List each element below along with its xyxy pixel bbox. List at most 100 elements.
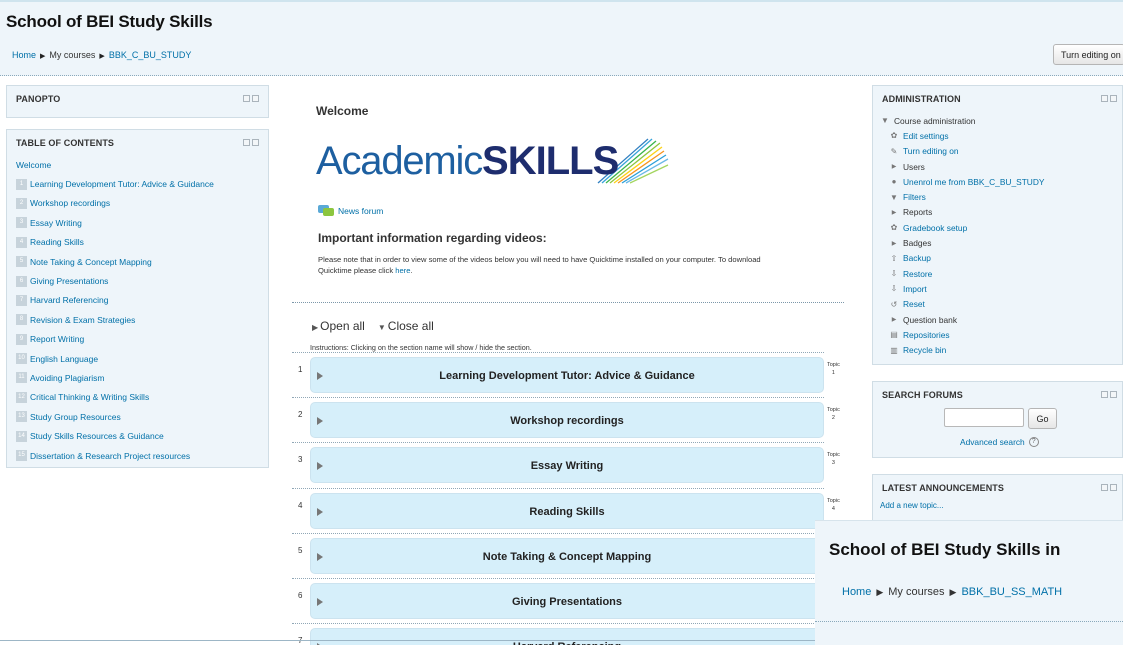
admin-item[interactable]: ▶ Question bank <box>880 312 1045 327</box>
toc-item[interactable]: 5 Note Taking & Concept Mapping <box>16 252 214 271</box>
toc-item[interactable]: 11 Avoiding Plagiarism <box>16 368 214 387</box>
triangle-right-icon: ▶ <box>891 164 897 171</box>
toc-item[interactable]: 6 Giving Presentations <box>16 271 214 290</box>
topic-section-toggle[interactable]: Learning Development Tutor: Advice & Gui… <box>310 357 824 393</box>
topic-section-toggle[interactable]: Note Taking & Concept Mapping <box>310 537 824 574</box>
topic-section-toggle[interactable]: Essay Writing <box>310 447 824 484</box>
admin-item[interactable]: ▶ Badges <box>880 235 1045 250</box>
help-icon[interactable]: ? <box>1028 437 1039 447</box>
toc-item[interactable]: 10 English Language <box>16 349 214 368</box>
open-all-button[interactable]: ▶ Open all <box>312 319 365 333</box>
block-controls-icon[interactable] <box>243 139 259 147</box>
admin-item-label: Turn editing on <box>903 146 959 157</box>
block-controls-icon[interactable] <box>1101 391 1117 399</box>
toc-item-number: 13 <box>16 411 27 423</box>
toc-item[interactable]: 2 Workshop recordings <box>16 194 214 213</box>
trash-icon: ▥ <box>890 345 898 355</box>
toc-item-number: 11 <box>16 372 27 384</box>
admin-item[interactable]: ▼ Filters <box>880 189 1045 204</box>
breadcrumb: Home ▶ My courses ▶ BBK_C_BU_STUDY <box>12 50 191 60</box>
toc-item-number: 8 <box>16 314 27 326</box>
toc-item[interactable]: 4 Reading Skills <box>16 233 214 252</box>
news-forum-link[interactable]: News forum <box>318 204 383 217</box>
toc-item-number: 2 <box>16 197 27 209</box>
site-title[interactable]: School of BEI Study Skills <box>6 12 213 32</box>
toc-item-label: Workshop recordings <box>30 198 111 209</box>
forum-icon <box>318 205 334 216</box>
breadcrumb-separator-icon: ▶ <box>40 53 46 60</box>
topic-section-toggle[interactable]: Workshop recordings <box>310 402 824 439</box>
course-administration-node[interactable]: ▼ Course administration <box>880 113 1045 128</box>
toc-item-label: Dissertation & Research Project resource… <box>30 450 191 461</box>
turn-editing-on-button[interactable]: Turn editing on <box>1053 44 1123 65</box>
admin-item[interactable]: ✿ Gradebook setup <box>880 220 1045 235</box>
admin-item[interactable]: ▤ Repositories <box>880 327 1045 342</box>
admin-item[interactable]: ▶ Users <box>880 159 1045 174</box>
triangle-right-icon: ▶ <box>891 317 897 323</box>
news-forum-label: News forum <box>338 205 384 216</box>
topic-section-toggle[interactable]: Reading Skills <box>310 492 824 529</box>
quicktime-download-link[interactable]: here <box>395 266 410 275</box>
instructions-text: Instructions: Clicking on the section na… <box>310 343 532 352</box>
toc-item[interactable]: 15 Dissertation & Research Project resour… <box>16 446 214 465</box>
toc-item-number: 10 <box>16 353 27 365</box>
toc-item[interactable]: 8 Revision & Exam Strategies <box>16 310 214 329</box>
toc-item[interactable]: 3 Essay Writing <box>16 213 214 232</box>
triangle-down-icon: ▼ <box>377 323 386 332</box>
overlay-breadcrumb-home[interactable]: Home <box>842 586 871 598</box>
toc-item-number: 9 <box>16 333 27 345</box>
triangle-right-icon: ▶ <box>312 323 319 332</box>
topic-side-number: 2 <box>831 415 835 422</box>
toc-item-label: Learning Development Tutor: Advice & Gui… <box>30 179 214 190</box>
topic-divider <box>292 487 824 489</box>
topic-divider <box>292 397 824 399</box>
admin-item[interactable]: ↺ Reset <box>880 297 1045 312</box>
toc-item[interactable]: 9 Report Writing <box>16 330 214 349</box>
overlay-breadcrumb-course[interactable]: BBK_BU_SS_MATH <box>961 586 1062 598</box>
breadcrumb-home[interactable]: Home <box>12 50 36 60</box>
overlay-breadcrumb-my-courses[interactable]: My courses <box>888 586 944 598</box>
toc-item-number: 4 <box>16 236 27 248</box>
admin-item[interactable]: ⇧ Backup <box>880 251 1045 266</box>
toc-list: Welcome 1 Learning Development Tutor: Adv… <box>16 155 214 465</box>
block-controls-icon[interactable] <box>1101 484 1117 492</box>
toc-item[interactable]: 7 Harvard Referencing <box>16 291 214 310</box>
academic-skills-logo: AcademicSKILLS <box>316 135 676 189</box>
admin-item-label: Import <box>903 283 927 294</box>
admin-item[interactable]: ✿ Edit settings <box>880 128 1045 143</box>
toc-title: TABLE OF CONTENTS <box>16 138 115 148</box>
toc-item[interactable]: 14 Study Skills Resources & Guidance <box>16 426 214 445</box>
close-all-button[interactable]: ▼ Close all <box>378 319 434 333</box>
breadcrumb-my-courses[interactable]: My courses <box>49 50 95 60</box>
triangle-down-icon: ▼ <box>881 116 889 126</box>
topic-divider <box>292 532 824 534</box>
add-new-topic-link[interactable]: Add a new topic... <box>880 501 944 510</box>
topic-section-toggle[interactable]: Harvard Referencing <box>310 628 824 645</box>
admin-item[interactable]: ⇩ Import <box>880 281 1045 296</box>
repositories-icon: ▤ <box>890 330 898 340</box>
toc-item-label: Revision & Exam Strategies <box>30 314 136 325</box>
admin-item-label: Users <box>903 161 925 172</box>
open-close-controls: ▶ Open all ▼ Close all <box>312 319 434 333</box>
toc-item[interactable]: 12 Critical Thinking & Writing Skills <box>16 388 214 407</box>
search-forums-input[interactable] <box>944 408 1024 427</box>
topic-section-label: Harvard Referencing <box>311 641 823 645</box>
toc-item[interactable]: 1 Learning Development Tutor: Advice & Gu… <box>16 174 214 193</box>
overlay-site-title[interactable]: School of BEI Study Skills in <box>829 540 1060 560</box>
advanced-search-link[interactable]: Advanced search <box>960 437 1025 447</box>
admin-item[interactable]: ✎ Turn editing on <box>880 144 1045 159</box>
breadcrumb-course[interactable]: BBK_C_BU_STUDY <box>109 50 192 60</box>
block-controls-icon[interactable] <box>1101 95 1117 103</box>
admin-item[interactable]: ▥ Recycle bin <box>880 342 1045 357</box>
toc-item-label: Giving Presentations <box>30 276 109 287</box>
toc-item[interactable]: 13 Study Group Resources <box>16 407 214 426</box>
topic-section-toggle[interactable]: Giving Presentations <box>310 583 824 619</box>
toc-item-welcome[interactable]: Welcome <box>16 155 214 174</box>
search-go-button[interactable]: Go <box>1028 408 1057 429</box>
admin-item[interactable]: ● Unenrol me from BBK_C_BU_STUDY <box>880 174 1045 189</box>
admin-item-label: Reports <box>903 207 933 218</box>
admin-item[interactable]: ⇩ Restore <box>880 266 1045 281</box>
admin-item[interactable]: ▶ Reports <box>880 205 1045 220</box>
block-controls-icon[interactable] <box>243 95 259 103</box>
pencil-icon: ✎ <box>890 146 898 156</box>
